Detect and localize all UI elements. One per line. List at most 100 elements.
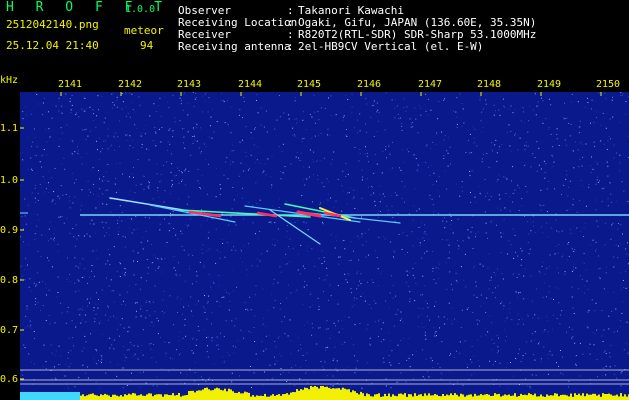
- noise-speck: [210, 116, 212, 118]
- noise-speck: [234, 325, 236, 327]
- noise-speck: [69, 274, 71, 275]
- noise-speck: [374, 205, 376, 207]
- noise-speck: [376, 257, 378, 258]
- noise-speck: [61, 105, 63, 107]
- noise-speck: [152, 140, 154, 142]
- noise-speck: [24, 347, 26, 349]
- noise-speck: [396, 105, 398, 107]
- noise-speck: [390, 275, 392, 277]
- noise-speck: [540, 97, 542, 99]
- noise-speck: [133, 229, 135, 231]
- noise-speck: [571, 286, 573, 288]
- noise-speck: [358, 238, 360, 240]
- spectrum-bar: [506, 395, 508, 400]
- noise-speck: [81, 189, 83, 191]
- noise-speck: [205, 381, 207, 383]
- noise-speck: [412, 267, 414, 269]
- noise-speck: [69, 200, 71, 202]
- noise-speck: [274, 128, 276, 130]
- noise-speck: [208, 163, 210, 165]
- spectrum-bar: [496, 394, 498, 400]
- noise-speck: [109, 264, 111, 266]
- noise-speck: [564, 102, 565, 104]
- noise-speck: [124, 354, 126, 356]
- noise-speck: [192, 338, 194, 340]
- noise-speck: [551, 354, 553, 356]
- noise-speck: [293, 385, 295, 386]
- noise-speck: [566, 331, 568, 333]
- noise-speck: [452, 110, 454, 112]
- spectrum-bar: [416, 395, 418, 400]
- noise-speck: [613, 157, 615, 159]
- noise-speck: [620, 385, 622, 387]
- noise-speck: [140, 308, 142, 310]
- noise-speck: [546, 188, 548, 190]
- noise-speck: [96, 140, 97, 142]
- noise-speck: [235, 346, 237, 348]
- noise-speck: [21, 152, 23, 154]
- noise-speck: [103, 140, 105, 142]
- noise-speck: [149, 115, 151, 117]
- noise-speck: [152, 385, 154, 387]
- noise-speck: [59, 196, 61, 198]
- noise-speck: [424, 224, 426, 226]
- noise-speck: [289, 261, 291, 263]
- noise-speck: [45, 320, 47, 321]
- noise-speck: [235, 224, 237, 226]
- noise-speck: [257, 112, 259, 114]
- noise-speck: [369, 337, 371, 339]
- noise-speck: [427, 307, 429, 309]
- noise-speck: [75, 224, 77, 226]
- noise-speck: [102, 203, 104, 205]
- noise-speck: [396, 313, 398, 315]
- noise-speck: [460, 266, 462, 268]
- noise-speck: [353, 300, 355, 302]
- noise-speck: [567, 117, 568, 119]
- noise-speck: [122, 173, 123, 175]
- noise-speck: [377, 336, 379, 338]
- noise-speck: [92, 109, 94, 110]
- noise-speck: [297, 269, 299, 271]
- noise-speck: [132, 140, 134, 142]
- noise-speck: [595, 241, 597, 243]
- noise-speck: [596, 111, 598, 113]
- noise-speck: [509, 312, 511, 314]
- noise-speck: [205, 92, 207, 94]
- noise-speck: [588, 348, 590, 350]
- noise-speck: [76, 238, 78, 240]
- noise-speck: [164, 190, 166, 192]
- noise-speck: [184, 184, 186, 186]
- noise-speck: [84, 268, 86, 269]
- noise-speck: [517, 255, 519, 257]
- noise-speck: [207, 301, 209, 303]
- spectrum-bar: [208, 389, 210, 400]
- noise-speck: [138, 386, 140, 388]
- noise-speck: [325, 279, 327, 281]
- noise-speck: [490, 322, 492, 324]
- noise-speck: [28, 244, 30, 246]
- noise-speck: [111, 290, 113, 292]
- noise-speck: [405, 110, 407, 112]
- noise-speck: [101, 179, 103, 181]
- noise-speck: [66, 124, 68, 126]
- noise-speck: [232, 345, 234, 347]
- noise-speck: [265, 335, 267, 337]
- noise-speck: [194, 380, 196, 382]
- noise-speck: [472, 126, 474, 128]
- noise-speck: [360, 283, 362, 285]
- noise-speck: [606, 266, 607, 268]
- noise-speck: [611, 99, 613, 101]
- noise-speck: [23, 241, 24, 243]
- noise-speck: [581, 165, 583, 167]
- noise-speck: [479, 185, 481, 187]
- noise-speck: [581, 185, 583, 187]
- noise-speck: [445, 262, 447, 264]
- noise-speck: [109, 316, 111, 318]
- noise-speck: [300, 366, 301, 368]
- noise-speck: [316, 160, 318, 162]
- noise-speck: [279, 266, 281, 268]
- noise-speck: [158, 266, 160, 268]
- noise-speck: [354, 372, 356, 374]
- noise-speck: [520, 264, 522, 266]
- noise-speck: [561, 230, 563, 232]
